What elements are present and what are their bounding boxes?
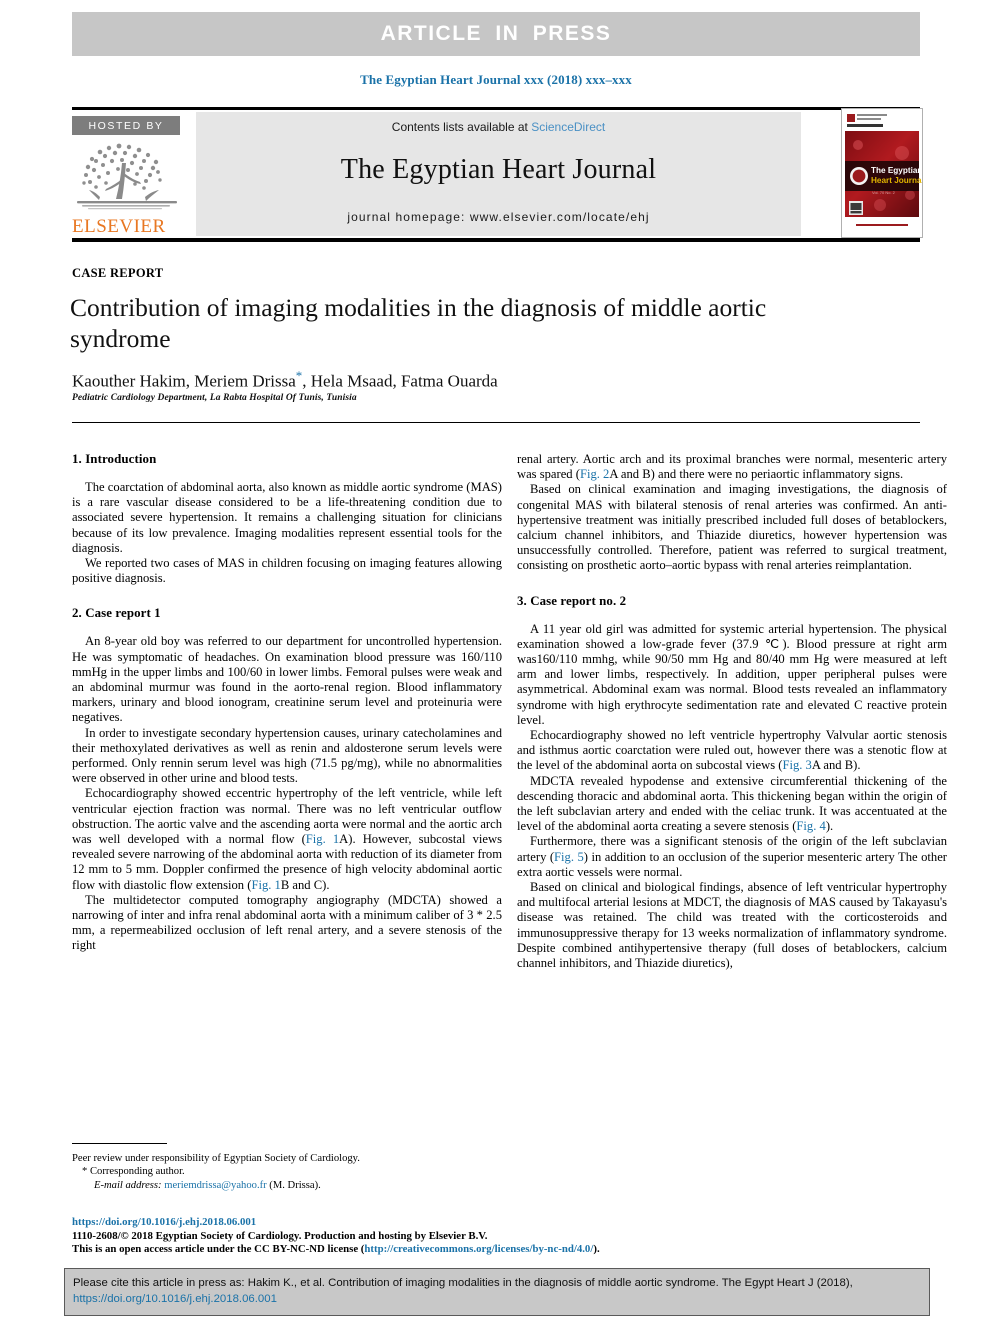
journal-title: The Egyptian Heart Journal (340, 154, 657, 185)
sciencedirect-link[interactable]: ScienceDirect (531, 120, 605, 134)
p5-text-c: B and C). (280, 877, 330, 892)
section-heading-case-report-1: 2. Case report 1 (72, 606, 161, 621)
paragraph-case1-2: In order to investigate secondary hypert… (72, 725, 502, 786)
article-page: ARTICLE IN PRESS The Egyptian Heart Jour… (0, 0, 992, 1323)
section-heading-introduction: 1. Introduction (72, 452, 157, 466)
masthead-panel: Contents lists available at ScienceDirec… (196, 112, 801, 236)
journal-homepage[interactable]: journal homepage: www.elsevier.com/locat… (196, 210, 801, 224)
footnote-block: Peer review under responsibility of Egyp… (72, 1152, 504, 1192)
author-affiliation: Pediatric Cardiology Department, La Rabt… (72, 393, 357, 403)
r-p5-text-a: MDCTA revealed hypodense and extensive c… (517, 773, 947, 834)
running-head: The Egyptian Heart Journal xxx (2018) xx… (360, 72, 632, 87)
contents-lists-prefix: Contents lists available at (391, 120, 532, 134)
page-title: Contribution of imaging modalities in th… (70, 293, 767, 353)
citation-line-1: Please cite this article in press as: Ha… (73, 1277, 853, 1289)
elsevier-tree-icon (72, 139, 182, 215)
journal-cover-thumbnail: The Egyptian Heart Journal Vol. 70 No. 2 (841, 108, 923, 238)
footnote-email: E-mail address: meriemdrissa@yahoo.fr (M… (94, 1179, 504, 1192)
paragraph-case2-2: Echocardiography showed no left ventricl… (517, 728, 947, 774)
figure-link-5[interactable]: Fig. 5 (554, 850, 584, 864)
footnote-peer-review: Peer review under responsibility of Egyp… (72, 1153, 360, 1164)
license-suffix: ). (593, 1243, 600, 1256)
citation-doi-link[interactable]: https://doi.org/10.1016/j.ehj.2018.06.00… (73, 1291, 933, 1307)
license-link[interactable]: http://creativecommons.org/licenses/by-n… (364, 1243, 593, 1255)
paragraph-case1-diagnosis: Based on clinical examination and imagin… (517, 482, 947, 573)
paragraph-case2-3: MDCTA revealed hypodense and extensive c… (517, 774, 947, 835)
paragraph-case1-1: An 8-year old boy was referred to our de… (72, 634, 502, 725)
paragraph-case2-5: Based on clinical and biological finding… (517, 880, 947, 971)
corresponding-star-icon: * (82, 1166, 88, 1178)
footnote-rule (72, 1143, 167, 1144)
imprint-block: https://doi.org/10.1016/j.ehj.2018.06.00… (72, 1216, 672, 1257)
masthead-bottom-rule (72, 238, 920, 242)
elsevier-wordmark: ELSEVIER (72, 216, 166, 237)
paragraph-case2-4: Furthermore, there was a significant ste… (517, 834, 947, 880)
citation-box: Please cite this article in press as: Ha… (64, 1268, 930, 1316)
imprint-doi-link[interactable]: https://doi.org/10.1016/j.ehj.2018.06.00… (72, 1216, 672, 1230)
article-in-press-banner: ARTICLE IN PRESS (72, 12, 920, 56)
author-list: Kaouther Hakim, Meriem Drissa*, Hela Msa… (72, 368, 862, 392)
imprint-copyright: 1110-2608/© 2018 Egyptian Society of Car… (72, 1229, 488, 1242)
figure-link-4[interactable]: Fig. 4 (796, 819, 825, 833)
article-in-press-label: ARTICLE IN PRESS (380, 22, 612, 45)
imprint-license: This is an open access article under the… (72, 1243, 672, 1257)
paragraph-intro-2: We reported two cases of MAS in children… (72, 556, 502, 586)
cover-title-line1: The Egyptian (871, 166, 922, 175)
title-bottom-rule (72, 422, 920, 423)
left-text-column: 1. Introduction The coarctation of abdom… (72, 452, 502, 954)
masthead-top-rule (72, 107, 920, 110)
paragraph-case2-1: A 11 year old girl was admitted for syst… (517, 621, 947, 727)
paragraph-case1-3: Echocardiography showed eccentric hypert… (72, 786, 502, 892)
authors-tail: , Hela Msaad, Fatma Ouarda (302, 371, 498, 391)
footnote-corresponding: * Corresponding author. (82, 1165, 504, 1178)
license-prefix: This is an open access article under the… (72, 1243, 365, 1256)
right-text-column: renal artery. Aortic arch and its proxim… (517, 452, 947, 971)
figure-link-1a[interactable]: Fig. 1 (306, 832, 339, 846)
footnote-corresponding-label: Corresponding author. (89, 1166, 185, 1178)
r-p1-text-b: A and B) and there were no periaortic in… (609, 467, 904, 482)
email-address-label: E-mail address: (94, 1179, 162, 1191)
authors-lead: Kaouther Hakim, Meriem Drissa (72, 371, 296, 391)
email-owner: (M. Drissa). (266, 1179, 321, 1191)
r-p4-text-b: A and B). (811, 758, 861, 773)
r-p4-text-a: Echocardiography showed no left ventricl… (517, 728, 947, 773)
section-heading-case-report-2: 3. Case report no. 2 (517, 593, 627, 608)
paragraph-intro-1: The coarctation of abdominal aorta, also… (72, 480, 502, 555)
figure-link-1bc[interactable]: Fig. 1 (251, 878, 280, 892)
cover-title-line2: Heart Journal (871, 176, 922, 185)
email-link[interactable]: meriemdrissa@yahoo.fr (164, 1180, 266, 1191)
paragraph-case1-4: The multidetector computed tomography an… (72, 892, 502, 953)
figure-link-3ab[interactable]: Fig. 3 (782, 758, 811, 772)
hosted-by-block: HOSTED BY ELSEVIER (72, 112, 187, 236)
citation-text: Please cite this article in press as: Ha… (73, 1275, 933, 1307)
hosted-by-label: HOSTED BY (72, 116, 180, 135)
article-type-kicker: CASE REPORT (72, 266, 164, 280)
paragraph-case1-cont: renal artery. Aortic arch and its proxim… (517, 452, 947, 482)
r-p5-text-b: ). (825, 819, 834, 834)
figure-link-2ab[interactable]: Fig. 2 (580, 467, 609, 481)
contents-lists-line: Contents lists available at ScienceDirec… (196, 120, 801, 134)
svg-text:Vol. 70 No. 2: Vol. 70 No. 2 (872, 190, 896, 195)
